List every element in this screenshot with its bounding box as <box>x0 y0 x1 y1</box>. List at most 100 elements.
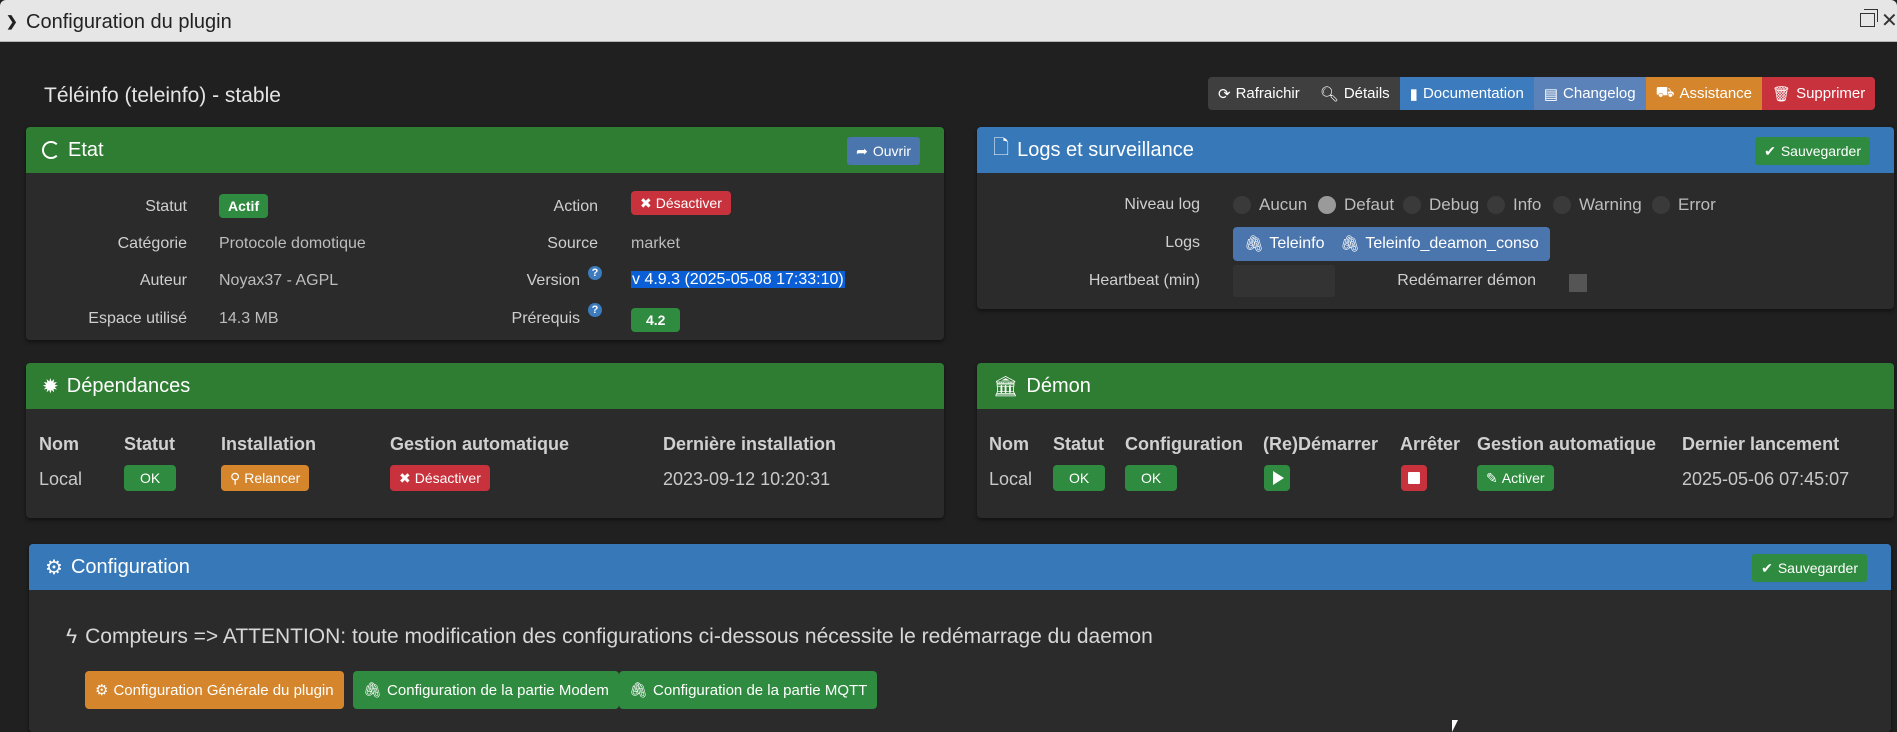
dep-header-derniere: Dernière installation <box>663 434 837 454</box>
etat-title: Etat <box>68 138 104 161</box>
radio-info-label: Info <box>1513 195 1542 214</box>
radio-debug[interactable]: Debug <box>1403 195 1479 215</box>
statut-badge: Actif <box>219 194 269 218</box>
changelog-button[interactable]: ▤ Changelog <box>1533 77 1646 110</box>
radio-dot <box>1553 196 1571 214</box>
bicycle-icon: ⚲ <box>230 469 241 486</box>
trash-icon: 🗑︎ <box>1772 85 1792 103</box>
radio-dot <box>1487 196 1505 214</box>
documentation-button[interactable]: ▮ Documentation <box>1399 77 1534 110</box>
stop-daemon-button[interactable] <box>1401 465 1427 491</box>
delete-button[interactable]: 🗑︎ Supprimer <box>1762 77 1876 110</box>
demon-title: Démon <box>1026 374 1091 397</box>
radio-defaut-label: Defaut <box>1344 195 1395 214</box>
radio-dot <box>1403 196 1421 214</box>
radio-aucun[interactable]: Aucun <box>1233 195 1307 215</box>
heartbeat-label: Heartbeat (min) <box>1088 272 1200 289</box>
share-icon: ➦ <box>856 142 868 159</box>
times-icon: ✖ <box>640 194 652 211</box>
logs-panel-header: 🗋 Logs et surveillance ✔ Sauvegarder <box>977 127 1894 173</box>
radio-warning-label: Warning <box>1579 195 1642 214</box>
documentation-label: Documentation <box>1422 85 1524 102</box>
demon-header-configuration: Configuration <box>1125 434 1243 454</box>
log-file-label: Teleinfo <box>1269 235 1325 252</box>
dep-auto-deactivate-button[interactable]: ✖ Désactiver <box>390 465 490 491</box>
radio-warning[interactable]: Warning <box>1553 195 1642 215</box>
radio-debug-label: Debug <box>1429 195 1480 214</box>
restart-daemon-checkbox[interactable] <box>1569 274 1587 292</box>
details-button[interactable]: 🔍︎ Détails <box>1309 77 1400 110</box>
demon-header-statut: Statut <box>1053 434 1104 454</box>
radio-error[interactable]: Error <box>1652 195 1716 215</box>
log-file-deamon-conso[interactable]: 🖇︎ Teleinfo_deamon_conso <box>1329 227 1550 261</box>
source-label: Source <box>547 235 598 252</box>
action-label: Action <box>553 198 598 215</box>
save-logs-label: Sauvegarder <box>1780 143 1861 159</box>
help-icon[interactable]: ? <box>588 303 602 317</box>
espace-value: 14.3 MB <box>219 310 279 327</box>
open-button[interactable]: ➦ Ouvrir <box>847 137 920 165</box>
restart-daemon-label: Redémarrer démon <box>1397 272 1536 289</box>
auteur-value: Noyax37 - AGPL <box>219 272 339 289</box>
certificate-icon: ✹ <box>42 375 59 398</box>
heartbeat-input[interactable] <box>1233 265 1335 297</box>
dependances-panel-header: ✹ Dépendances <box>26 363 944 409</box>
etat-panel: Etat ➦ Ouvrir <box>26 127 944 340</box>
log-file-label: Teleinfo_deamon_conso <box>1365 235 1539 252</box>
demon-header-nom: Nom <box>989 434 1029 454</box>
prerequis-badge: 4.2 <box>631 308 681 332</box>
deactivate-button[interactable]: ✖ Désactiver <box>631 191 731 215</box>
dep-header-installation: Installation <box>221 434 317 454</box>
demon-nom: Local <box>989 469 1033 489</box>
dep-auto-deactivate-label: Désactiver <box>414 470 481 486</box>
tab-config-modem[interactable]: 🖇︎ Configuration de la partie Modem <box>353 671 619 709</box>
tab-config-generale[interactable]: ⚙ Configuration Générale du plugin <box>85 671 344 709</box>
window-titlebar: ❯ Configuration du plugin ✕ <box>0 0 1897 42</box>
reinstall-button[interactable]: ⚲ Relancer <box>221 465 310 491</box>
categorie-value: Protocole domotique <box>219 235 366 252</box>
log-file-teleinfo[interactable]: 🖇︎ Teleinfo <box>1233 227 1336 261</box>
etat-panel-header: Etat ➦ Ouvrir <box>26 127 944 173</box>
radio-info[interactable]: Info <box>1487 195 1541 215</box>
radio-defaut[interactable]: Defaut <box>1318 195 1394 215</box>
tab-config-modem-label: Configuration de la partie Modem <box>387 681 609 699</box>
chevron-right-icon[interactable]: ❯ <box>6 13 18 30</box>
refresh-label: Rafraichir <box>1235 85 1300 102</box>
tab-config-mqtt[interactable]: 🖇︎ Configuration de la partie MQTT <box>619 671 878 709</box>
dep-statut-badge: OK <box>124 465 177 491</box>
niveau-log-label: Niveau log <box>1124 196 1200 213</box>
configuration-title: Configuration <box>70 555 190 578</box>
save-logs-button[interactable]: ✔ Sauvegarder <box>1755 137 1870 165</box>
book-icon: ▮ <box>1409 85 1418 103</box>
magic-icon: ✎ <box>1486 469 1498 486</box>
refresh-icon: ⟳ <box>1218 85 1231 103</box>
daemon-auto-activate-button[interactable]: ✎ Activer <box>1477 465 1554 491</box>
categorie-label: Catégorie <box>117 235 187 252</box>
daemon-auto-activate-label: Activer <box>1501 470 1545 486</box>
tab-config-generale-label: Configuration Générale du plugin <box>113 681 334 699</box>
assistance-button[interactable]: ⛟ Assistance <box>1645 77 1763 110</box>
deactivate-label: Désactiver <box>655 195 722 211</box>
save-config-button[interactable]: ✔ Sauvegarder <box>1752 554 1867 582</box>
auteur-label: Auteur <box>139 272 187 289</box>
dep-derniere-installation: 2023-09-12 10:20:31 <box>663 469 831 489</box>
mouse-cursor-icon <box>1452 720 1458 732</box>
demon-header-redemarrer: (Re)Démarrer <box>1263 434 1379 454</box>
radio-error-label: Error <box>1678 195 1716 214</box>
demon-header-gestion: Gestion automatique <box>1477 434 1657 454</box>
start-daemon-button[interactable] <box>1264 465 1290 491</box>
config-notice: ϟ Compteurs => ATTENTION: toute modificat… <box>66 625 1153 649</box>
configuration-panel-header: ⚙ Configuration ✔ Sauvegarder <box>29 544 1891 590</box>
restore-window-icon[interactable] <box>1860 9 1878 27</box>
paperclip-icon: 🖇︎ <box>1340 236 1361 253</box>
radio-aucun-label: Aucun <box>1259 195 1308 214</box>
ambulance-icon: ⛟ <box>1655 84 1675 101</box>
refresh-button[interactable]: ⟳ Rafraichir <box>1208 77 1310 110</box>
bank-icon: 🏛︎ <box>993 375 1019 398</box>
close-icon[interactable]: ✕ <box>1881 8 1897 33</box>
paperclip-icon: 🖇︎ <box>1244 236 1265 253</box>
file-icon: 🗋 <box>993 137 1010 159</box>
open-label: Ouvrir <box>872 143 911 159</box>
help-icon[interactable]: ? <box>588 266 602 280</box>
plugin-actions-toolbar: ⟳ Rafraichir 🔍︎ Détails ▮ Documentation ▤ Ch… <box>1208 77 1876 110</box>
